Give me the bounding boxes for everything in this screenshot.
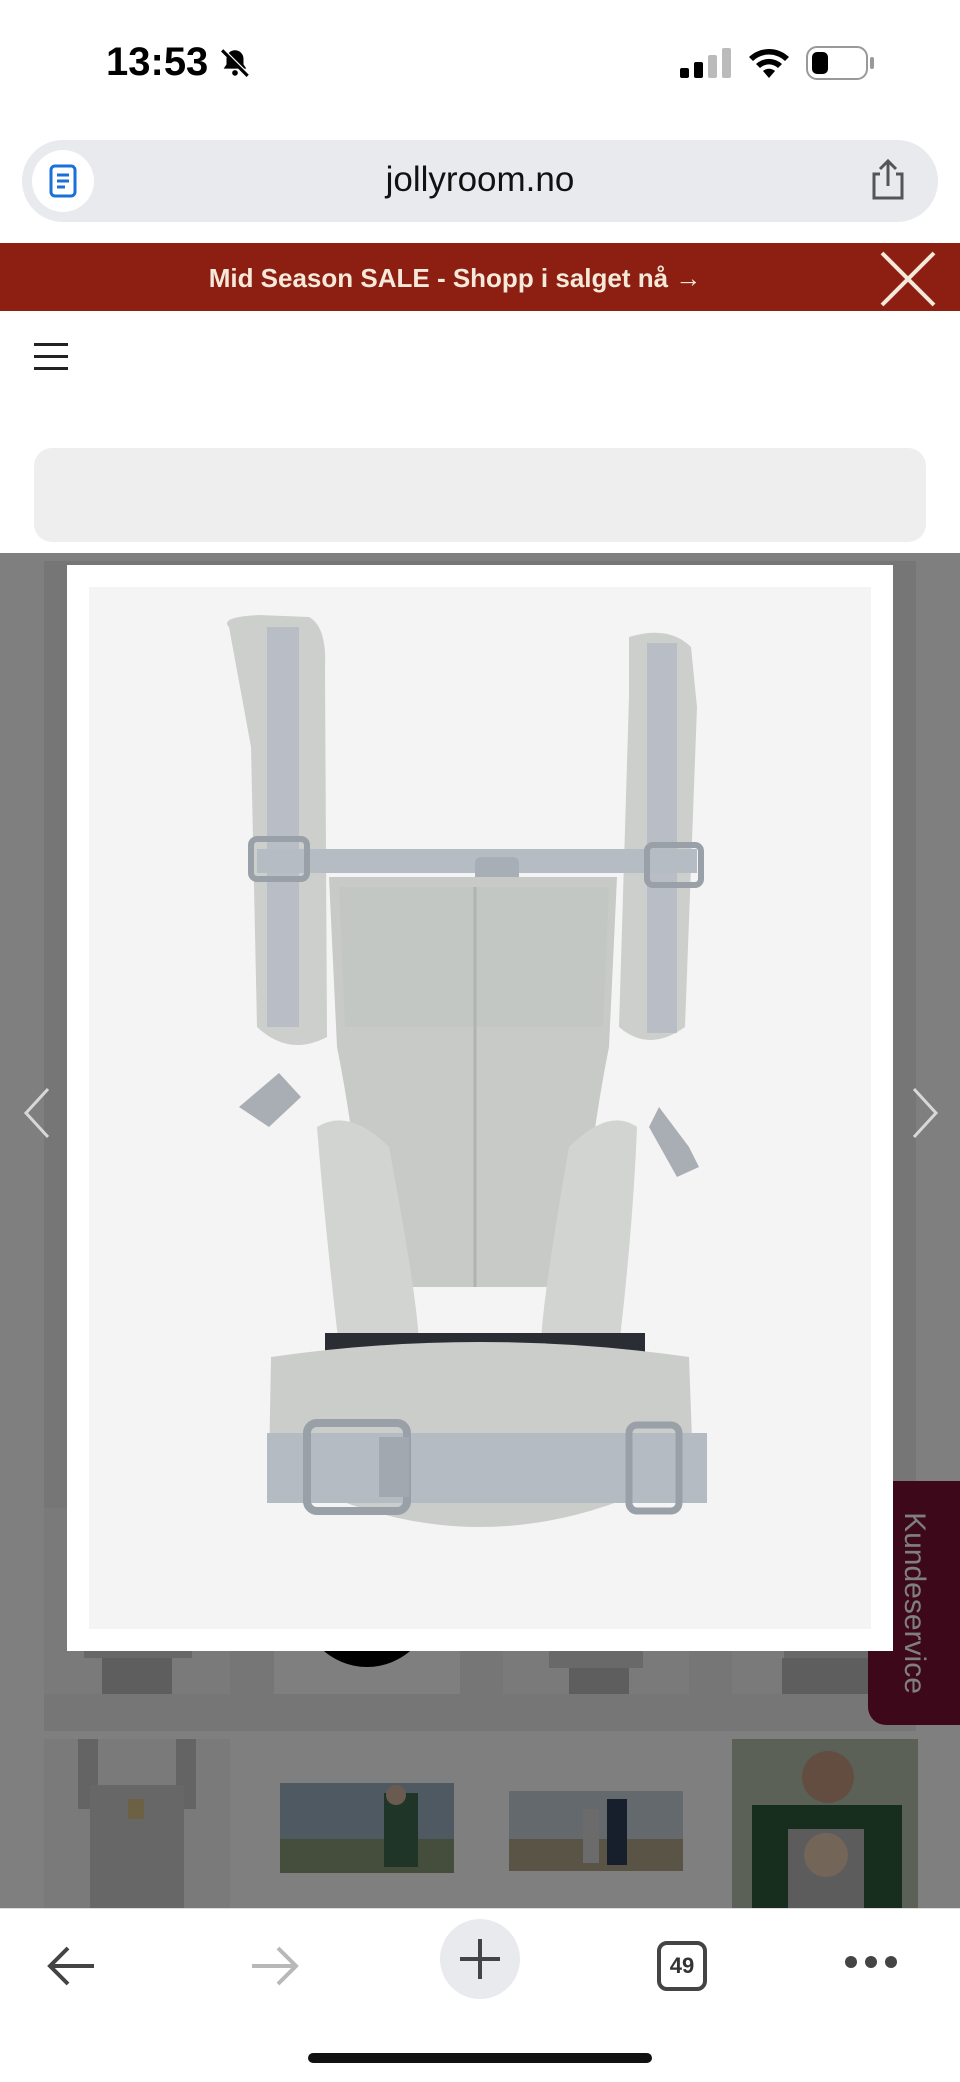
clock: 13:53 xyxy=(106,40,209,84)
web-page: Mid Season SALE - Shopp i salget nå → Ku… xyxy=(0,243,960,1908)
close-icon[interactable] xyxy=(878,249,938,314)
address-bar[interactable]: jollyroom.no xyxy=(22,140,938,222)
lightbox-modal xyxy=(67,565,893,1651)
cellular-signal-icon xyxy=(680,48,732,83)
bell-slash-icon xyxy=(218,46,252,85)
chevron-right-icon[interactable] xyxy=(904,1085,944,1141)
site-search-bar[interactable] xyxy=(34,448,926,542)
plus-icon[interactable] xyxy=(440,1919,520,2004)
menu-icon[interactable] xyxy=(34,343,68,376)
site-header xyxy=(0,311,960,401)
status-bar: 13:53 xyxy=(0,0,960,130)
browser-toolbar: 49 xyxy=(0,1908,960,2082)
chevron-left-icon[interactable] xyxy=(18,1085,58,1141)
arrow-right-icon[interactable] xyxy=(248,1939,302,1998)
tab-count-button[interactable]: 49 xyxy=(657,1941,707,1991)
home-indicator xyxy=(308,2053,652,2063)
promo-banner-text[interactable]: Mid Season SALE - Shopp i salget nå → xyxy=(0,263,910,294)
enlarged-product-image[interactable] xyxy=(89,587,871,1629)
share-icon[interactable] xyxy=(868,158,908,207)
arrow-left-icon[interactable] xyxy=(44,1939,98,1998)
url-text[interactable]: jollyroom.no xyxy=(22,160,938,200)
more-dots-icon[interactable] xyxy=(844,1955,898,1974)
battery-icon xyxy=(806,46,876,85)
wifi-icon xyxy=(746,44,792,85)
promo-banner[interactable]: Mid Season SALE - Shopp i salget nå → xyxy=(0,243,960,311)
